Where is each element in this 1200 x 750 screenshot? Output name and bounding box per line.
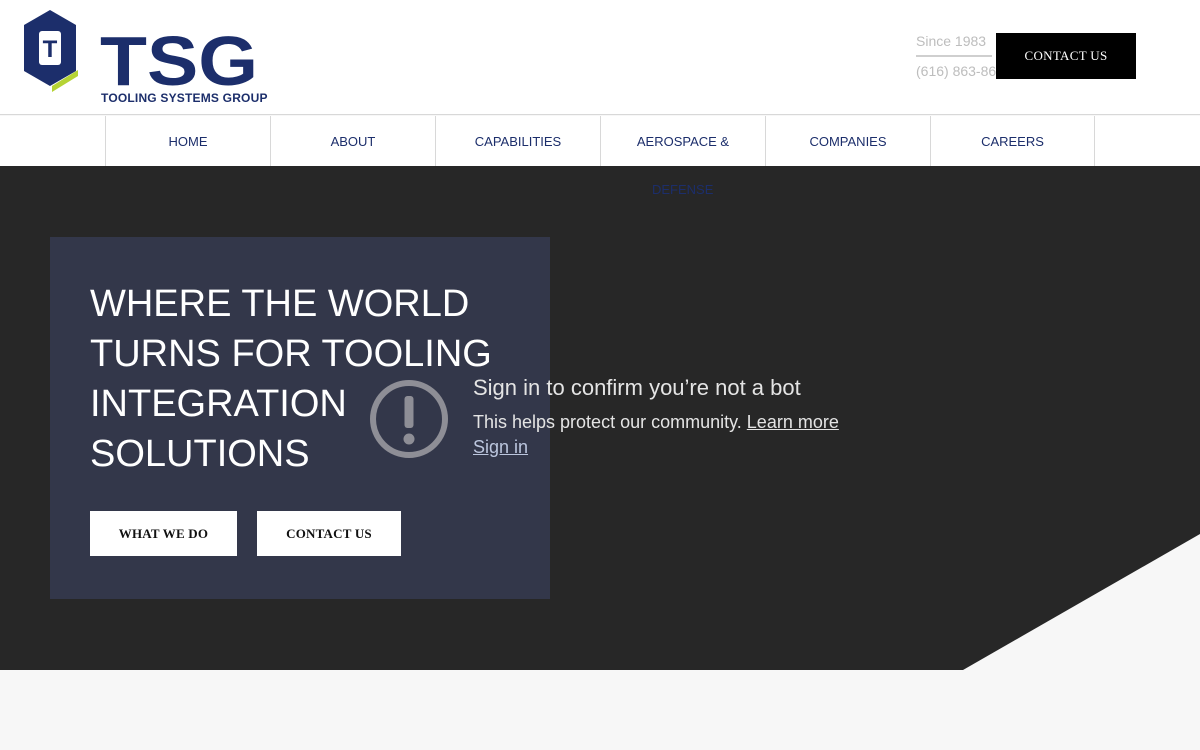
nav-item-about[interactable]: ABOUT [270, 116, 435, 166]
what-we-do-button[interactable]: WHAT WE DO [90, 511, 237, 556]
logo-letter: T [43, 36, 58, 63]
exclamation-circle-icon [368, 378, 450, 460]
nav-wrapped-text[interactable]: DEFENSE [652, 182, 713, 197]
learn-more-link[interactable]: Learn more [747, 412, 839, 432]
nav-item-companies[interactable]: COMPANIES [765, 116, 930, 166]
logo-subtitle: TOOLING SYSTEMS GROUP [101, 91, 268, 105]
hero-title: WHERE THE WORLD TURNS FOR TOOLING INTEGR… [90, 283, 492, 475]
nav-spacer-right [1095, 116, 1200, 166]
nav-item-home[interactable]: HOME [105, 116, 270, 166]
main-nav: HOME ABOUT CAPABILITIES AEROSPACE & COMP… [105, 116, 1095, 166]
hero-contact-button[interactable]: CONTACT US [257, 511, 401, 556]
header-contact-button[interactable]: CONTACT US [996, 33, 1136, 79]
logo-wordmark: TSG [100, 22, 258, 100]
since-text: Since 1983 [916, 33, 987, 49]
site-header: T TSG TOOLING SYSTEMS GROUP Since 1983 (… [0, 0, 1200, 115]
sign-in-link[interactable]: Sign in [473, 437, 528, 458]
bot-check-description-text: This helps protect our community. [473, 412, 742, 432]
since-divider [916, 55, 992, 57]
nav-item-capabilities[interactable]: CAPABILITIES [435, 116, 600, 166]
nav-item-aerospace[interactable]: AEROSPACE & [600, 116, 765, 166]
bot-check-title: Sign in to confirm you’re not a bot [473, 375, 801, 400]
bot-check-description: This helps protect our community. Learn … [473, 412, 839, 433]
phone-number[interactable]: (616) 863-8623 [916, 63, 996, 79]
nav-item-careers[interactable]: CAREERS [930, 116, 1095, 166]
hero-section: DEFENSE WHERE THE WORLD TURNS FOR TOOLIN… [0, 166, 1200, 670]
nav-spacer-left [0, 116, 105, 166]
